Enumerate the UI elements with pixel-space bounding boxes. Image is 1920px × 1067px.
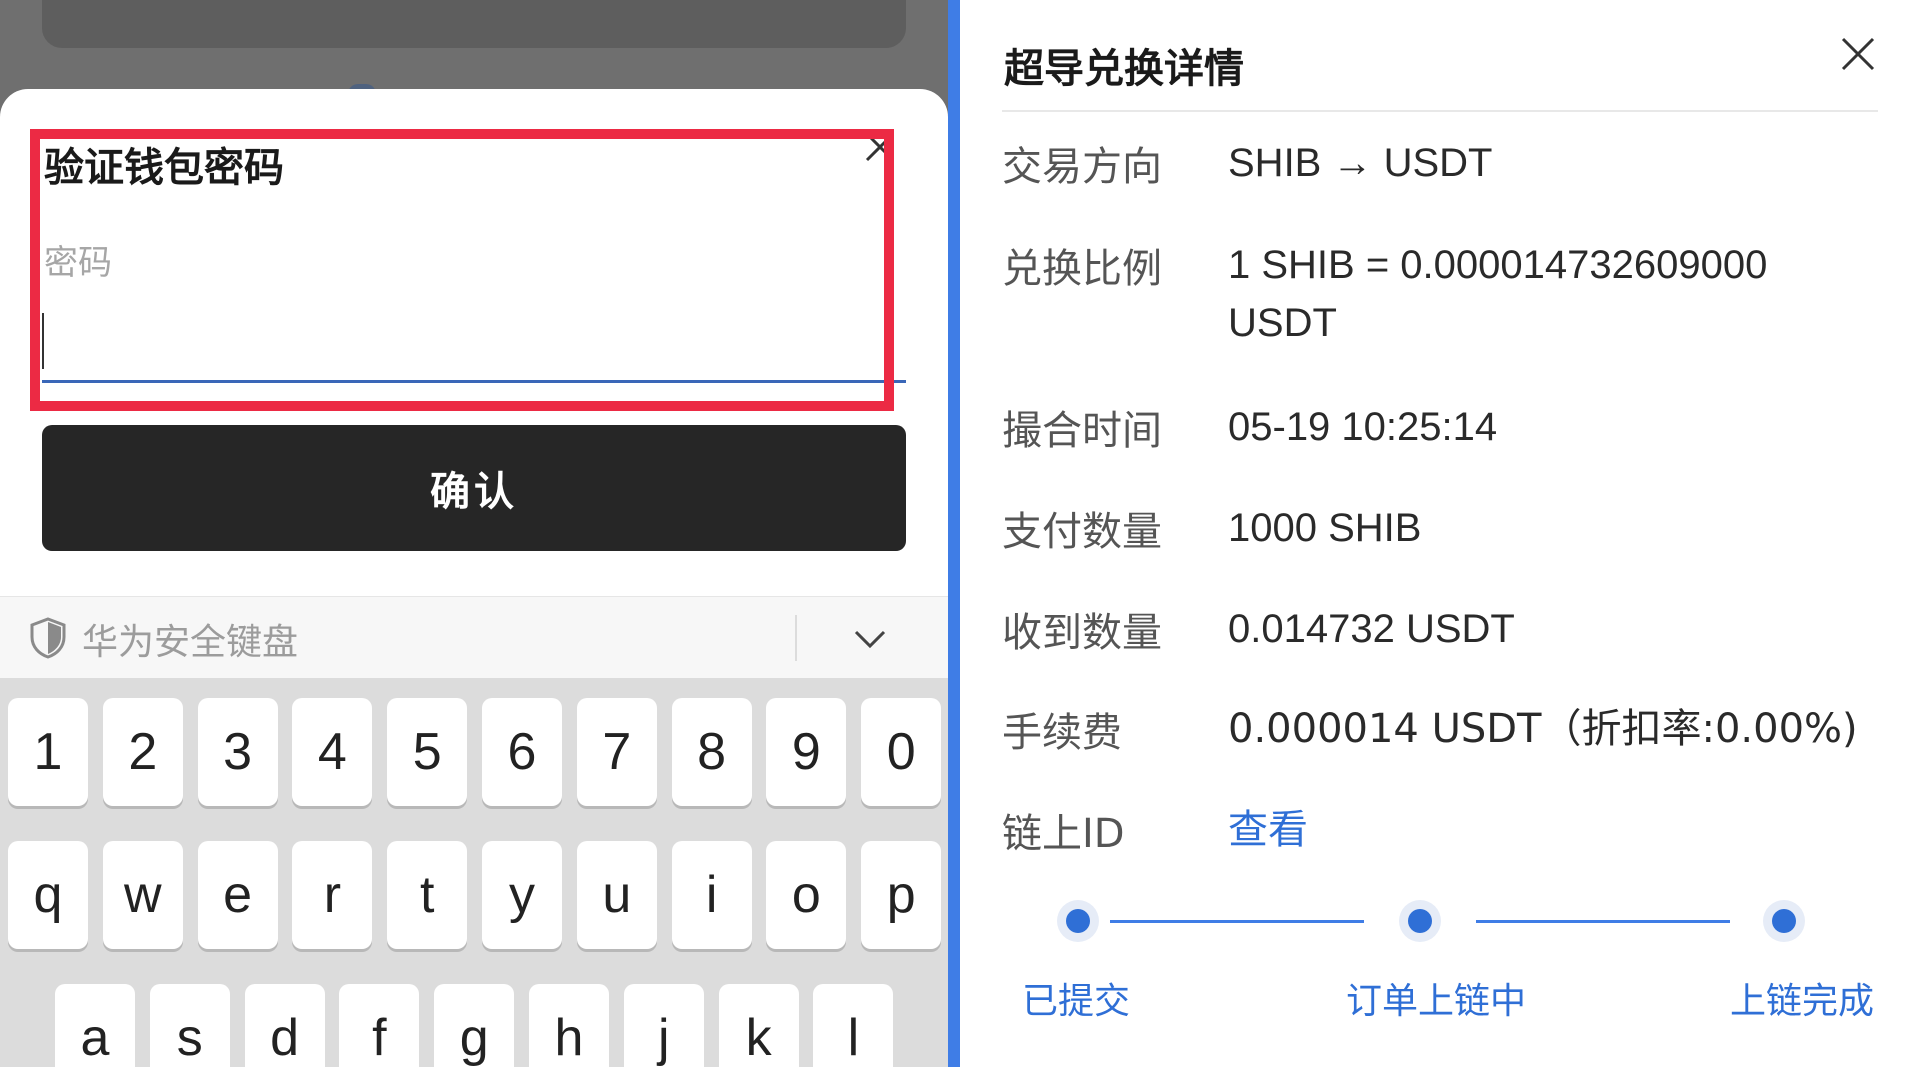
key-y[interactable]: y xyxy=(482,841,562,949)
rate-label: 兑换比例 xyxy=(1002,246,1162,292)
detail-title: 超导兑换详情 xyxy=(1004,46,1244,92)
key-4[interactable]: 4 xyxy=(292,698,373,806)
step-dot-submitted xyxy=(1057,900,1099,942)
fee-value: 0.000014 USDT（折扣率:0.00%) xyxy=(1228,706,1858,752)
key-q[interactable]: q xyxy=(8,841,88,949)
key-t[interactable]: t xyxy=(387,841,468,949)
key-l[interactable]: l xyxy=(813,984,894,1067)
key-5[interactable]: 5 xyxy=(387,698,468,806)
step-label-complete: 上链完成 xyxy=(1730,981,1875,1022)
key-e[interactable]: e xyxy=(197,841,278,949)
step-dot-complete xyxy=(1763,900,1805,942)
key-s[interactable]: s xyxy=(149,984,230,1067)
key-7[interactable]: 7 xyxy=(576,698,657,806)
fee-label: 手续费 xyxy=(1002,710,1122,756)
step-label-submitted: 已提交 xyxy=(1022,981,1131,1022)
chain-id-label: 链上ID xyxy=(1002,811,1125,857)
direction-value: SHIB → USDT xyxy=(1228,141,1493,185)
rate-value: 1 SHIB = 0.000014732609000 USDT xyxy=(1228,243,1768,345)
exchange-detail-panel: 超导兑换详情 交易方向 SHIB → USDT 兑换比例 1 SHIB = 0.… xyxy=(960,0,1920,1067)
password-dialog: 验证钱包密码 密码 确认 xyxy=(0,89,948,679)
key-1[interactable]: 1 xyxy=(8,698,88,806)
pay-amount-label: 支付数量 xyxy=(1002,509,1162,555)
match-time-label: 撮合时间 xyxy=(1002,408,1162,454)
close-icon xyxy=(1841,37,1875,71)
pay-amount-value: 1000 SHIB xyxy=(1228,506,1422,550)
detail-close-button[interactable] xyxy=(1834,30,1882,78)
step-dot-on-chain xyxy=(1399,900,1441,942)
key-w[interactable]: w xyxy=(102,841,183,949)
secure-keyboard: 1234567890 qwertyuiop asdfghjkl xyxy=(0,678,948,1067)
toolbar-divider xyxy=(795,615,797,661)
stepper-connector xyxy=(1476,920,1730,923)
direction-label: 交易方向 xyxy=(1002,144,1162,190)
keyboard-collapse-button[interactable] xyxy=(850,619,890,659)
key-h[interactable]: h xyxy=(529,984,609,1067)
close-icon xyxy=(865,132,895,162)
key-u[interactable]: u xyxy=(576,841,657,949)
key-6[interactable]: 6 xyxy=(482,698,562,806)
text-cursor xyxy=(42,313,44,369)
key-2[interactable]: 2 xyxy=(102,698,183,806)
stepper-connector xyxy=(1110,920,1364,923)
keyboard-name: 华为安全键盘 xyxy=(82,622,299,663)
shield-icon xyxy=(30,617,66,659)
dialog-title: 验证钱包密码 xyxy=(44,145,284,191)
key-r[interactable]: r xyxy=(292,841,373,949)
key-d[interactable]: d xyxy=(244,984,325,1067)
key-j[interactable]: j xyxy=(623,984,704,1067)
title-divider xyxy=(1002,110,1878,112)
match-time-value: 05-19 10:25:14 xyxy=(1228,405,1498,449)
step-label-on-chain: 订单上链中 xyxy=(1346,981,1527,1022)
key-i[interactable]: i xyxy=(671,841,752,949)
key-a[interactable]: a xyxy=(55,984,135,1067)
key-p[interactable]: p xyxy=(861,841,942,949)
pane-separator xyxy=(948,0,960,1067)
key-g[interactable]: g xyxy=(434,984,515,1067)
key-9[interactable]: 9 xyxy=(766,698,847,806)
password-verification-screen: 验证钱包密码 密码 确认 华为安全键盘 1234567890 qwertyuio… xyxy=(0,0,948,1067)
receive-amount-label: 收到数量 xyxy=(1002,610,1162,656)
password-label: 密码 xyxy=(44,243,112,283)
key-k[interactable]: k xyxy=(718,984,799,1067)
keyboard-toolbar: 华为安全键盘 xyxy=(0,596,948,678)
key-0[interactable]: 0 xyxy=(861,698,942,806)
confirm-button[interactable]: 确认 xyxy=(42,425,906,551)
chevron-down-icon xyxy=(854,630,886,649)
view-chain-id-link[interactable]: 查看 xyxy=(1228,801,1308,859)
key-3[interactable]: 3 xyxy=(197,698,278,806)
receive-amount-value: 0.014732 USDT xyxy=(1228,607,1515,651)
key-f[interactable]: f xyxy=(339,984,420,1067)
dialog-close-button[interactable] xyxy=(858,125,902,169)
key-8[interactable]: 8 xyxy=(671,698,752,806)
password-input[interactable] xyxy=(42,295,906,383)
key-o[interactable]: o xyxy=(766,841,847,949)
background-card xyxy=(42,0,906,48)
